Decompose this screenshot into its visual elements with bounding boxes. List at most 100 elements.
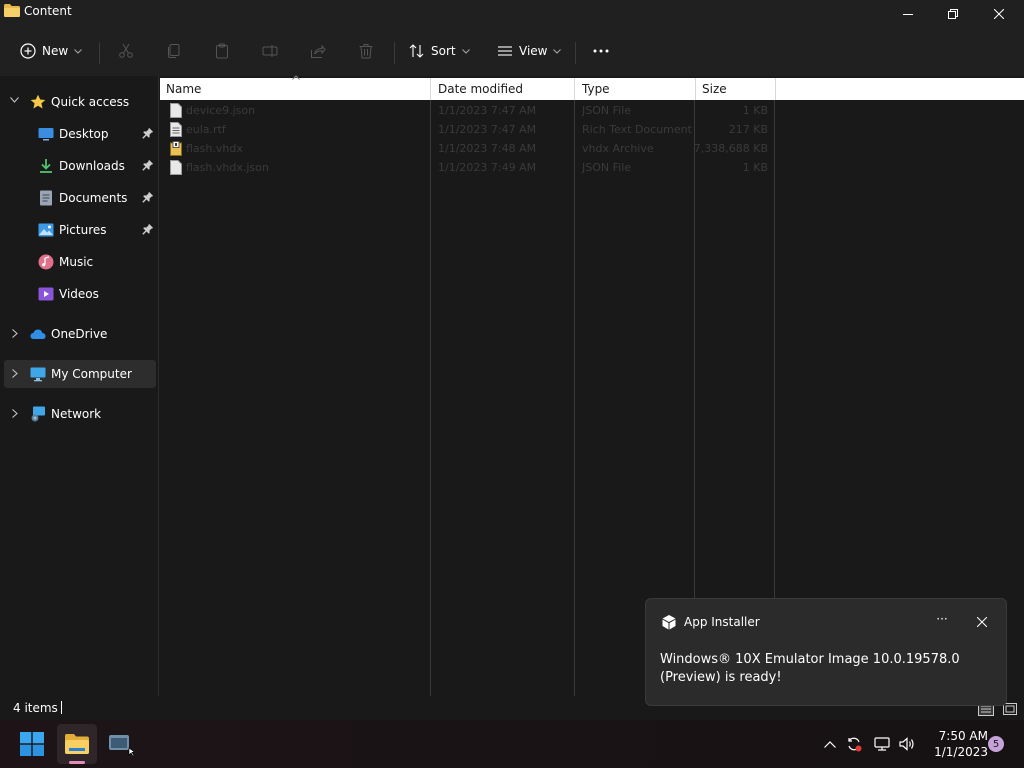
nav-label: Documents xyxy=(59,191,128,205)
file-date: 1/1/2023 7:48 AM xyxy=(438,142,537,155)
chevron-down-icon xyxy=(553,48,562,54)
cut-button[interactable] xyxy=(115,40,137,62)
computer-icon xyxy=(30,367,46,382)
folder-icon xyxy=(4,4,20,17)
pin-icon[interactable] xyxy=(142,223,154,235)
nav-item-music[interactable]: Music xyxy=(4,248,156,276)
folder-icon xyxy=(65,734,89,754)
paste-button[interactable] xyxy=(211,40,233,62)
nav-item-quick-access[interactable]: Quick access xyxy=(4,88,156,116)
nav-label: Network xyxy=(51,407,102,421)
column-header-date[interactable]: Date modified xyxy=(432,78,575,100)
show-hidden-icons-button[interactable] xyxy=(822,736,838,752)
file-type: vhdx Archive xyxy=(582,142,654,155)
toast-more-button[interactable]: ··· xyxy=(932,612,952,632)
nav-item-my-computer[interactable]: My Computer xyxy=(4,360,156,388)
file-name: device9.json xyxy=(186,104,256,117)
nav-item-videos[interactable]: Videos xyxy=(4,280,156,308)
file-type: Rich Text Document xyxy=(582,123,692,136)
scissors-icon xyxy=(119,43,133,58)
nav-label: Videos xyxy=(59,287,99,301)
nav-item-network[interactable]: Network xyxy=(4,400,156,428)
clock[interactable]: 7:50 AM 1/1/2023 xyxy=(924,728,988,760)
column-header-row: Name Date modified Type Size xyxy=(160,75,1024,100)
column-size-label: Size xyxy=(702,82,727,96)
nav-label: Downloads xyxy=(59,159,125,173)
notification-badge[interactable]: 5 xyxy=(988,736,1004,752)
toast-notification[interactable]: App Installer ··· Windows® 10X Emulator … xyxy=(645,598,1007,706)
sync-status-icon[interactable] xyxy=(846,736,862,752)
taskbar-app-window[interactable] xyxy=(101,724,141,764)
file-name: flash.vhdx.json xyxy=(186,161,269,174)
nav-item-onedrive[interactable]: OneDrive xyxy=(4,320,156,348)
toast-app-name: App Installer xyxy=(684,615,760,629)
view-button[interactable]: View xyxy=(497,38,562,64)
star-icon xyxy=(30,94,46,109)
minimize-button[interactable] xyxy=(885,0,931,28)
rename-button[interactable] xyxy=(259,40,281,62)
taskbar-file-explorer[interactable] xyxy=(57,724,97,764)
restore-button[interactable] xyxy=(930,0,976,28)
volume-button[interactable] xyxy=(899,736,915,752)
file-date: 1/1/2023 7:47 AM xyxy=(438,104,537,117)
column-divider xyxy=(574,100,575,696)
desktop-icon xyxy=(38,128,54,141)
nav-label: Music xyxy=(59,255,94,269)
nav-item-documents[interactable]: Documents xyxy=(4,184,156,212)
archive-file-icon xyxy=(170,141,182,156)
title-bar[interactable]: Content xyxy=(0,0,1024,28)
clock-time: 7:50 AM xyxy=(938,729,988,743)
toolbar-separator xyxy=(575,42,576,64)
file-name: flash.vhdx xyxy=(186,142,243,155)
nav-label: Desktop xyxy=(59,127,109,141)
sort-button[interactable]: Sort xyxy=(409,38,470,64)
start-button[interactable] xyxy=(12,724,52,764)
nav-label: Pictures xyxy=(59,223,107,237)
json-file-icon xyxy=(170,160,182,175)
file-date: 1/1/2023 7:49 AM xyxy=(438,161,537,174)
clipboard-icon xyxy=(216,43,228,59)
nav-label: My Computer xyxy=(51,367,132,381)
nav-item-pictures[interactable]: Pictures xyxy=(4,216,156,244)
nav-item-desktop[interactable]: Desktop xyxy=(4,120,156,148)
column-header-size[interactable]: Size xyxy=(696,78,776,100)
chevron-right-icon xyxy=(12,409,18,418)
status-divider xyxy=(61,701,62,714)
navigation-pane: Quick access Desktop Downloads Documents… xyxy=(0,76,158,696)
pin-icon[interactable] xyxy=(142,127,154,139)
minimize-icon xyxy=(903,14,913,15)
file-row[interactable]: flash.vhdx.json 1/1/2023 7:49 AM JSON Fi… xyxy=(160,158,780,177)
video-icon xyxy=(38,287,54,301)
rtf-file-icon xyxy=(170,122,182,137)
column-name-label: Name xyxy=(166,82,202,96)
file-row[interactable]: flash.vhdx 1/1/2023 7:48 AM vhdx Archive… xyxy=(160,139,780,158)
delete-button[interactable] xyxy=(355,40,377,62)
more-horizontal-icon xyxy=(593,49,609,53)
file-row[interactable]: eula.rtf 1/1/2023 7:47 AM Rich Text Docu… xyxy=(160,120,780,139)
copy-button[interactable] xyxy=(163,40,185,62)
pin-icon[interactable] xyxy=(142,191,154,203)
file-type: JSON File xyxy=(582,161,632,174)
view-list-icon xyxy=(498,46,512,56)
network-status-icon[interactable] xyxy=(874,736,890,752)
toast-close-button[interactable] xyxy=(972,612,992,632)
nav-item-downloads[interactable]: Downloads xyxy=(4,152,156,180)
new-label: New xyxy=(42,44,69,58)
column-header-name[interactable]: Name xyxy=(160,78,431,100)
toast-message: Windows® 10X Emulator Image 10.0.19578.0… xyxy=(660,652,960,685)
cloud-icon xyxy=(30,329,46,339)
pane-divider[interactable] xyxy=(158,76,159,696)
chevron-right-icon xyxy=(12,329,18,338)
toolbar-separator xyxy=(394,42,395,64)
share-button[interactable] xyxy=(307,40,329,62)
file-row[interactable]: device9.json 1/1/2023 7:47 AM JSON File … xyxy=(160,101,780,120)
column-header-type[interactable]: Type xyxy=(576,78,696,100)
view-label: View xyxy=(519,44,548,58)
active-app-indicator xyxy=(69,761,85,764)
see-more-button[interactable] xyxy=(590,40,612,62)
taskbar: 7:50 AM 1/1/2023 5 xyxy=(0,720,1024,768)
new-button[interactable]: New xyxy=(20,38,83,64)
file-size: 217 KB xyxy=(728,123,768,136)
pin-icon[interactable] xyxy=(142,159,154,171)
close-button[interactable] xyxy=(976,0,1022,28)
